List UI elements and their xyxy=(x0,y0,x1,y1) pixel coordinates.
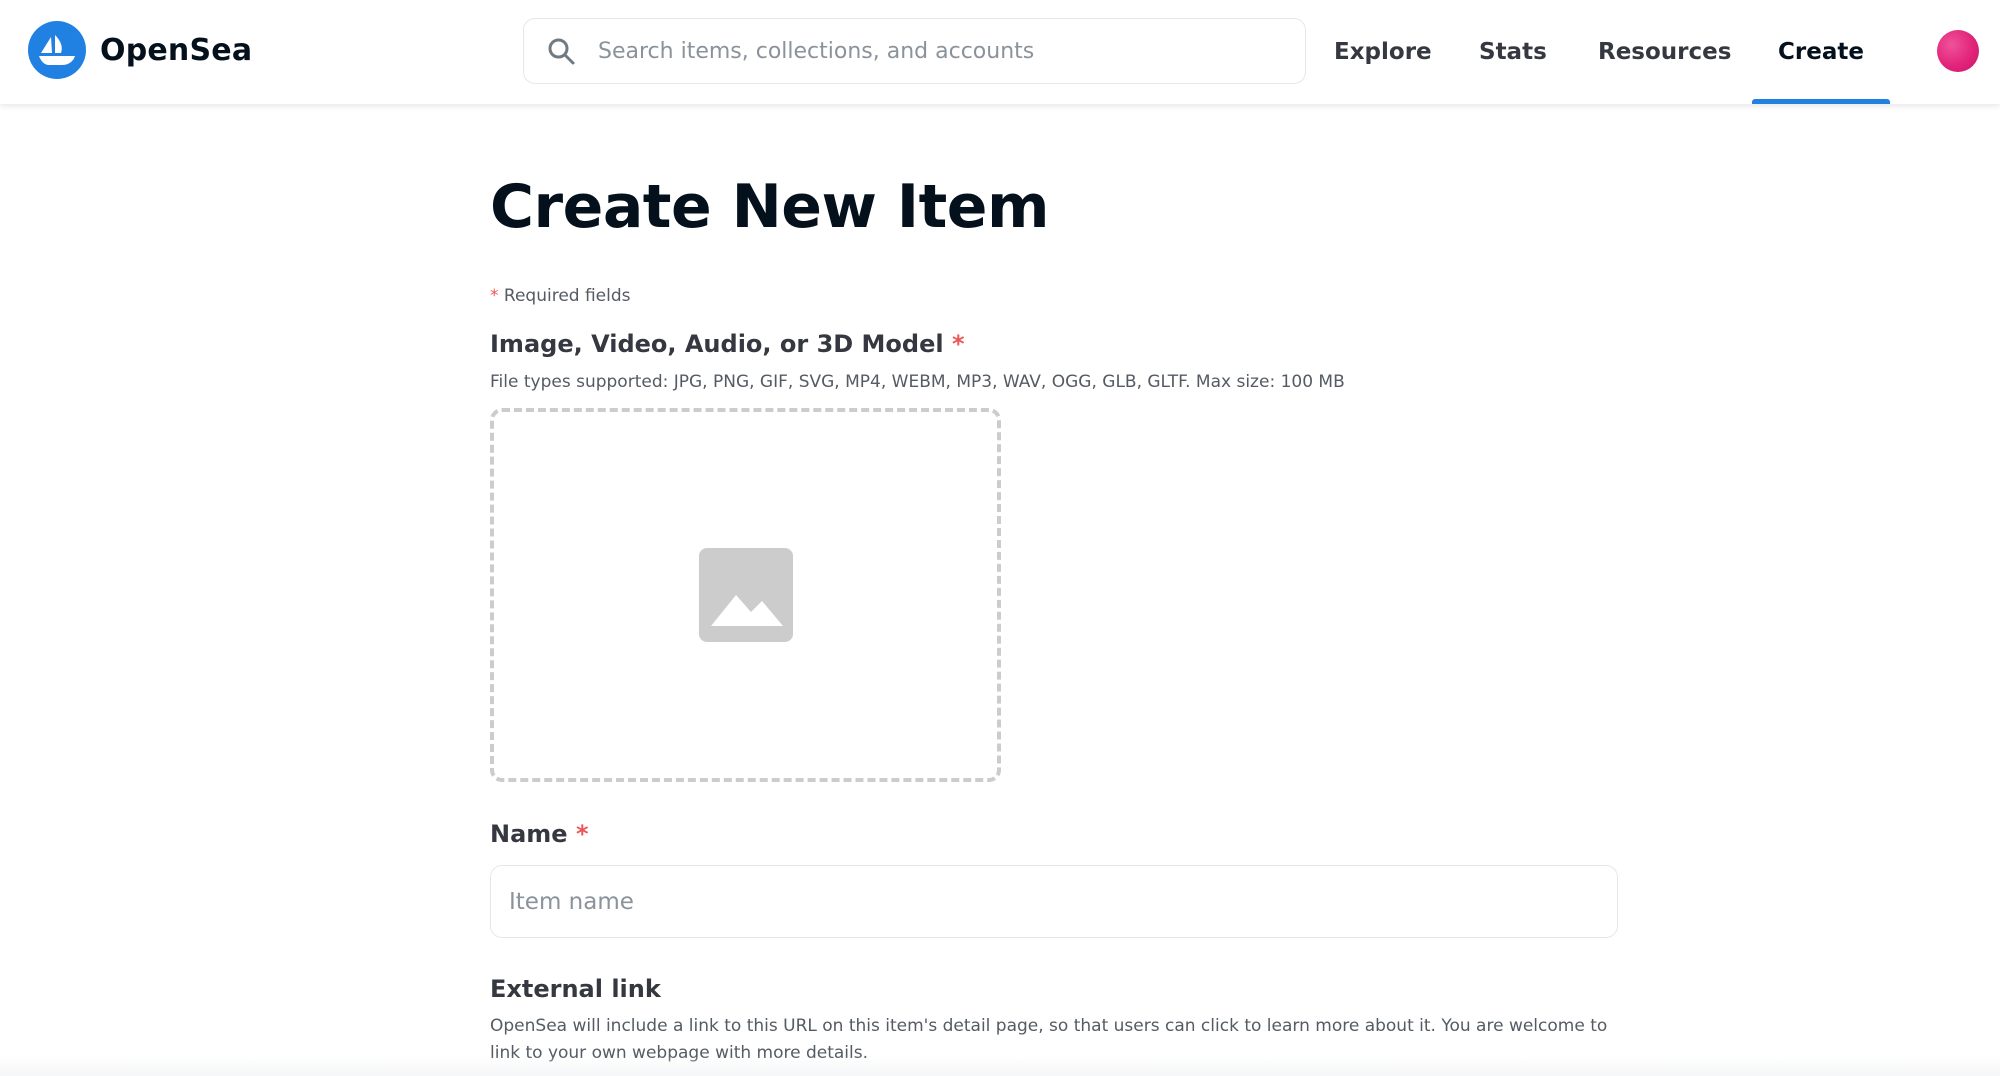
opensea-ship-icon xyxy=(28,21,86,79)
search-bar[interactable] xyxy=(523,18,1306,84)
brand-name: OpenSea xyxy=(100,32,253,68)
page-title: Create New Item xyxy=(490,172,1050,242)
nav-resources[interactable]: Resources xyxy=(1598,0,1731,104)
opensea-logo[interactable]: OpenSea xyxy=(28,21,252,79)
top-navbar: OpenSea Explore Stats Resources Create xyxy=(0,0,2000,104)
nav-create[interactable]: Create xyxy=(1752,0,1890,104)
name-label-text: Name xyxy=(490,820,568,848)
media-upload-dropzone[interactable] xyxy=(490,408,1001,782)
external-link-label: External link xyxy=(490,975,661,1003)
nav-explore[interactable]: Explore xyxy=(1334,0,1432,104)
search-input[interactable] xyxy=(596,37,1276,65)
required-fields-note: * Required fields xyxy=(490,286,631,306)
media-field-label: Image, Video, Audio, or 3D Model * xyxy=(490,330,965,358)
image-placeholder-icon xyxy=(698,548,793,642)
required-asterisk: * xyxy=(490,286,499,306)
search-icon xyxy=(548,38,575,65)
media-required-mark: * xyxy=(951,330,965,358)
required-note-text: Required fields xyxy=(503,286,631,306)
bottom-fade xyxy=(0,1056,2000,1076)
name-field-label: Name * xyxy=(490,820,589,848)
profile-avatar[interactable] xyxy=(1937,30,1979,72)
active-tab-indicator xyxy=(1752,99,1890,104)
name-required-mark: * xyxy=(575,820,589,848)
nav-stats[interactable]: Stats xyxy=(1479,0,1547,104)
media-file-types-help: File types supported: JPG, PNG, GIF, SVG… xyxy=(490,372,1345,392)
media-label-text: Image, Video, Audio, or 3D Model xyxy=(490,330,944,358)
nav-create-label: Create xyxy=(1778,39,1864,65)
item-name-input[interactable] xyxy=(490,865,1618,938)
